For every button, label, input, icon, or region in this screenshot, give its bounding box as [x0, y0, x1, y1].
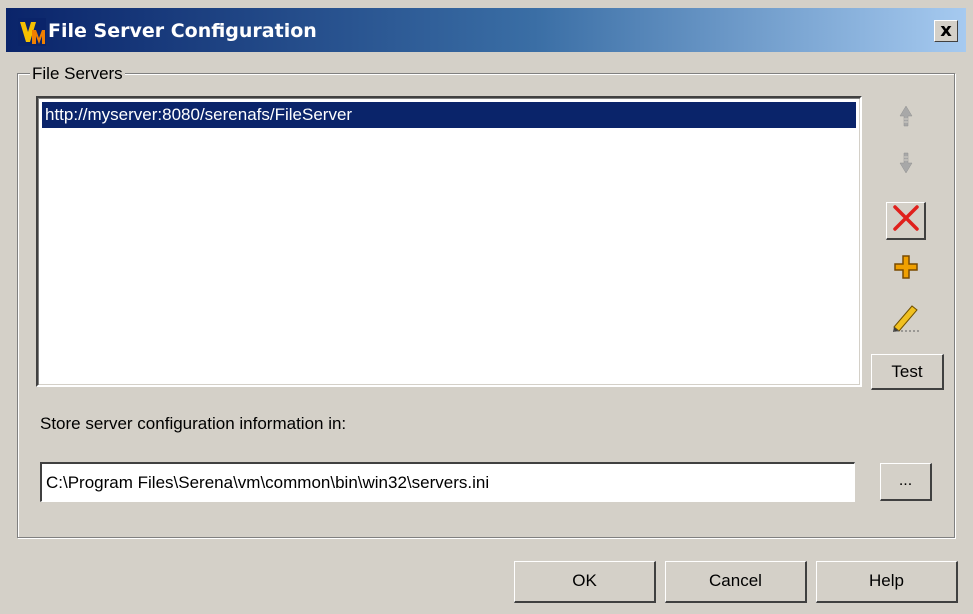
- file-servers-group-label: File Servers: [30, 64, 125, 84]
- list-item-selected[interactable]: http://myserver:8080/serenafs/FileServer: [42, 102, 856, 128]
- move-up-button[interactable]: [889, 101, 923, 135]
- delete-x-icon: [892, 204, 920, 237]
- close-icon: x: [940, 20, 952, 41]
- store-config-label: Store server configuration information i…: [40, 414, 347, 433]
- test-button[interactable]: Test: [871, 354, 944, 390]
- move-down-button[interactable]: [889, 148, 923, 182]
- add-button[interactable]: [889, 252, 923, 286]
- delete-button[interactable]: [886, 202, 926, 240]
- config-path-input[interactable]: [40, 462, 855, 502]
- arrow-up-icon: [898, 104, 914, 133]
- browse-button[interactable]: ...: [880, 463, 932, 501]
- help-button[interactable]: Help: [816, 561, 958, 603]
- arrow-down-icon: [898, 151, 914, 180]
- cancel-button[interactable]: Cancel: [665, 561, 807, 603]
- file-server-config-dialog: File Server Configuration x File Servers…: [0, 0, 973, 614]
- title-bar[interactable]: File Server Configuration x: [6, 8, 966, 52]
- window-title: File Server Configuration: [48, 20, 317, 42]
- plus-icon: [892, 253, 920, 286]
- pencil-icon: [890, 302, 922, 337]
- close-button[interactable]: x: [934, 20, 958, 42]
- edit-button[interactable]: [889, 302, 923, 336]
- file-servers-list[interactable]: http://myserver:8080/serenafs/FileServer: [36, 96, 862, 387]
- app-icon: [18, 18, 46, 46]
- ok-button[interactable]: OK: [514, 561, 656, 603]
